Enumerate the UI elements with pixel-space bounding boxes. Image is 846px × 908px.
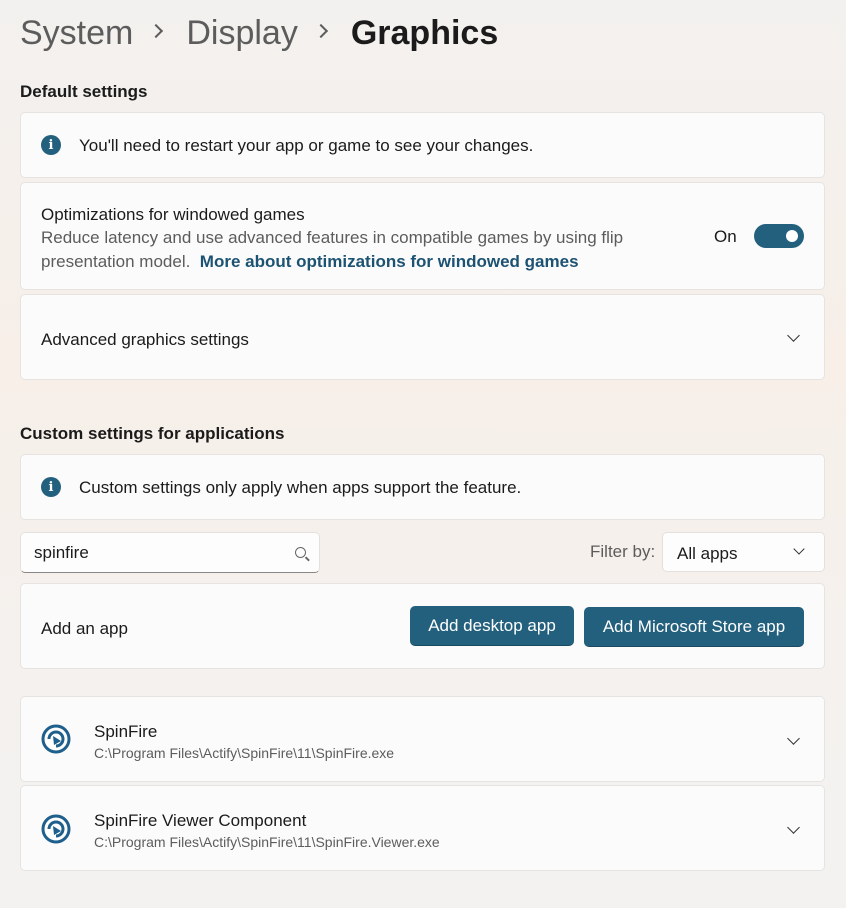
- app-name: SpinFire: [94, 722, 158, 741]
- default-settings-heading: Default settings: [20, 82, 148, 101]
- toggle-knob: [786, 230, 798, 242]
- app-list-item[interactable]: SpinFire C:\Program Files\Actify\SpinFir…: [20, 696, 825, 782]
- filter-label: Filter by:: [590, 542, 656, 561]
- app-path: C:\Program Files\Actify\SpinFire\11\Spin…: [94, 834, 440, 850]
- breadcrumb-system[interactable]: System: [20, 14, 133, 53]
- windowed-games-title: Optimizations for windowed games: [41, 205, 305, 224]
- page-title: Graphics: [350, 13, 499, 52]
- add-app-label: Add an app: [41, 619, 128, 638]
- filter-dropdown[interactable]: All apps: [662, 532, 825, 572]
- search-icon[interactable]: [295, 547, 306, 558]
- info-icon: i: [41, 477, 61, 497]
- chevron-right-icon: [313, 23, 328, 39]
- search-value: spinfire: [34, 543, 89, 562]
- app-name: SpinFire Viewer Component: [94, 811, 307, 830]
- custom-settings-heading: Custom settings for applications: [20, 424, 285, 443]
- custom-info-text: Custom settings only apply when apps sup…: [79, 478, 522, 497]
- app-path: C:\Program Files\Actify\SpinFire\11\Spin…: [94, 745, 395, 761]
- windowed-games-toggle[interactable]: [754, 224, 804, 248]
- add-desktop-app-button[interactable]: Add desktop app: [410, 606, 574, 646]
- chevron-down-icon: [787, 329, 800, 342]
- add-app-card: Add an app Add desktop app Add Microsoft…: [20, 583, 825, 669]
- add-microsoft-store-app-button[interactable]: Add Microsoft Store app: [584, 607, 804, 647]
- breadcrumb-display[interactable]: Display: [186, 14, 297, 53]
- windowed-games-description: Reduce latency and use advanced features…: [41, 226, 681, 274]
- chevron-down-icon: [793, 543, 805, 555]
- windowed-games-learn-more-link[interactable]: More about optimizations for windowed ga…: [200, 252, 579, 271]
- spinfire-icon: [41, 814, 71, 844]
- advanced-graphics-settings-row[interactable]: Advanced graphics settings: [20, 294, 825, 380]
- info-icon: i: [41, 135, 61, 155]
- app-search-input[interactable]: spinfire: [20, 532, 320, 573]
- breadcrumb: System Display Graphics: [20, 10, 498, 56]
- advanced-graphics-settings-label: Advanced graphics settings: [41, 330, 249, 349]
- spinfire-icon: [41, 724, 71, 754]
- restart-info-text: You'll need to restart your app or game …: [79, 136, 534, 155]
- custom-info-banner: i Custom settings only apply when apps s…: [20, 454, 825, 520]
- windowed-games-toggle-label: On: [714, 227, 737, 246]
- chevron-right-icon: [149, 23, 164, 39]
- chevron-down-icon: [787, 821, 800, 834]
- windowed-games-card: Optimizations for windowed games Reduce …: [20, 182, 825, 290]
- filter-value: All apps: [677, 544, 738, 563]
- app-list-item[interactable]: SpinFire Viewer Component C:\Program Fil…: [20, 785, 825, 871]
- chevron-down-icon: [787, 732, 800, 745]
- restart-info-banner: i You'll need to restart your app or gam…: [20, 112, 825, 178]
